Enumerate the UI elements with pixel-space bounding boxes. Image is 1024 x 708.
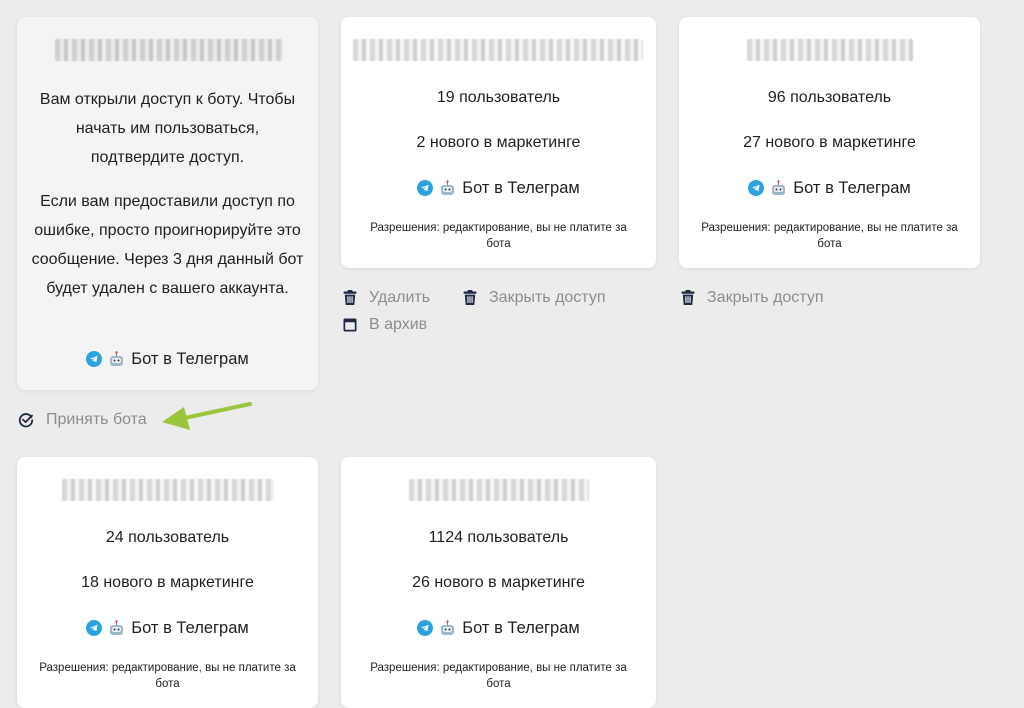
bot-card: 24 пользователь 18 нового в маркетинге Б… [17,457,318,708]
permissions-text: Разрешения: редактирование, вы не платит… [370,662,627,690]
archive-button[interactable]: В архив [343,316,427,334]
permissions-text: Разрешения: редактирование, вы не платит… [39,662,296,690]
marketing-count: 2 нового в маркетинге [416,134,581,151]
check-circle-icon [18,413,34,428]
bot-card: 96 пользователь 27 нового в маркетинге Б… [679,17,980,268]
access-notice: Вам открыли доступ к боту. Чтобы начать … [39,91,296,166]
permissions-text: Разрешения: редактирование, вы не платит… [701,222,958,250]
users-count: 19 пользователь [436,89,561,106]
bot-name-redacted [55,39,283,61]
robot-icon [770,179,787,197]
permissions-text: Разрешения: редактирование, вы не платит… [370,222,627,250]
delete-label: Удалить [369,289,431,306]
archive-icon [343,318,357,332]
access-notice-error: Если вам предоставили доступ по ошибке, … [31,193,304,297]
users-count: 96 пользователь [767,89,892,106]
bot-name-redacted [747,39,913,61]
bot-link-label: Бот в Телеграм [131,350,249,368]
accept-bot-label: Принять бота [46,411,147,428]
users-count: 1124 пользователь [428,529,569,546]
bot-link-label: Бот в Телеграм [462,619,580,637]
close-access-label: Закрыть доступ [707,289,824,306]
annotation-arrow [162,402,252,430]
telegram-bot-link[interactable]: Бот в Телеграм [341,177,656,199]
users-count: 24 пользователь [105,529,230,546]
robot-icon [439,619,456,637]
marketing-count: 26 нового в маркетинге [412,574,585,591]
telegram-bot-link[interactable]: Бот в Телеграм [341,617,656,639]
robot-icon [439,179,456,197]
bot-card: 1124 пользователь 26 нового в маркетинге… [341,457,656,708]
trash-icon [681,290,695,305]
telegram-bot-link[interactable]: Бот в Телеграм [17,348,318,370]
accept-bot-button[interactable]: Принять бота [18,411,147,429]
close-access-button[interactable]: Закрыть доступ [681,289,823,307]
delete-button[interactable]: Удалить [343,289,430,307]
telegram-bot-link[interactable]: Бот в Телеграм [17,617,318,639]
bot-name-redacted [409,479,589,501]
close-access-button[interactable]: Закрыть доступ [463,289,605,307]
bot-link-label: Бот в Телеграм [793,179,911,197]
bot-card-pending: Вам открыли доступ к боту. Чтобы начать … [17,17,318,390]
telegram-icon [748,180,765,196]
marketing-count: 18 нового в маркетинге [81,574,254,591]
telegram-icon [417,620,434,636]
archive-label: В архив [369,316,428,333]
bot-link-label: Бот в Телеграм [462,179,580,197]
telegram-icon [417,180,434,196]
marketing-count: 27 нового в маркетинге [743,134,916,151]
trash-icon [463,290,477,305]
robot-icon [108,350,125,368]
close-access-label: Закрыть доступ [489,289,606,306]
telegram-bot-link[interactable]: Бот в Телеграм [679,177,980,199]
bot-link-label: Бот в Телеграм [131,619,249,637]
telegram-icon [86,620,103,636]
robot-icon [108,619,125,637]
bot-name-redacted [353,39,643,61]
bot-name-redacted [62,479,274,501]
trash-icon [343,290,357,305]
bot-card: 19 пользователь 2 нового в маркетинге Бо… [341,17,656,268]
telegram-icon [86,351,103,367]
